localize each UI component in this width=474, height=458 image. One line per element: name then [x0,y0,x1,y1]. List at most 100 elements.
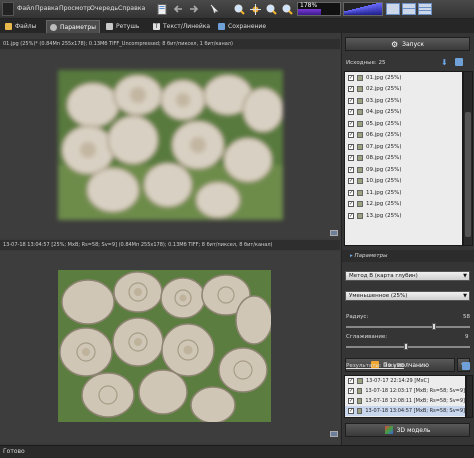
file-name: 03.jpg (25%) [366,97,402,104]
file-list-item[interactable]: ✓ 01.jpg (25%) [345,72,462,84]
file-list-item[interactable]: ✓ 13.jpg (25%) [345,210,462,222]
checkbox[interactable]: ✓ [348,132,354,139]
checkbox[interactable]: ✓ [348,212,354,219]
gear-icon: ⚙ [390,39,399,49]
method-select[interactable]: Метод B (карта глубин) ▼ [345,271,470,281]
file-list-item[interactable]: ✓ 11.jpg (25%) [345,187,462,199]
app-logo-icon [2,2,14,16]
file-list-item[interactable]: ✓ 09.jpg (25%) [345,164,462,176]
back-arrow-icon[interactable] [171,2,185,16]
reduce-select[interactable]: Уменьшенное (25%) ▼ [345,291,470,301]
file-list-scrollbar[interactable] [463,71,473,246]
split-horizontal-view-icon[interactable] [402,3,416,15]
radius-slider-handle[interactable] [432,323,437,330]
file-list-item[interactable]: ✓ 12.jpg (25%) [345,199,462,211]
tab-files[interactable]: Файлы [2,20,39,33]
single-view-icon[interactable] [386,3,400,15]
menu-view[interactable]: Просмотр [59,5,91,12]
zoom-in-icon[interactable] [232,2,246,16]
file-list-item[interactable]: ✓ 02.jpg (25%) [345,84,462,96]
file-list-item[interactable]: ✓ 03.jpg (25%) [345,95,462,107]
chevron-down-icon: ▼ [463,273,467,279]
tab-parameters[interactable]: Параметры [46,20,100,33]
tab-save[interactable]: Сохранение [215,20,269,33]
chevron-down-icon: ▼ [463,293,467,299]
results-list[interactable]: ✓ 13-07-17 22:14:29 [МхС] ✓ 13-07-18 12:03:… [344,375,466,418]
bottom-image-pane[interactable] [0,251,340,443]
trash-icon[interactable] [455,58,463,66]
file-list-item[interactable]: ✓ 07.jpg (25%) [345,141,462,153]
result-list-item[interactable]: ✓ 13-07-18 13:04:57 [МхВ; Rs=58; Sv=9] [345,406,465,416]
checkbox[interactable]: ✓ [348,97,354,104]
selection-tool-icon[interactable] [207,2,221,16]
tab-label: Сохранение [228,23,267,30]
smoothing-slider-handle[interactable] [403,343,408,350]
checkbox[interactable]: ✓ [348,120,354,127]
text-icon: T [153,23,160,30]
thumbnail-icon [357,86,363,93]
3d-model-button[interactable]: 3D модель [345,423,470,437]
checkbox[interactable]: ✓ [348,201,354,208]
smoothing-value: 9 [465,334,469,340]
source-file-list[interactable]: ✓ 01.jpg (25%) ✓ 02.jpg (25%) ✓ 03.jpg (25%) ✓… [344,71,463,246]
pane-navigator-icon[interactable] [330,230,338,236]
checkbox[interactable]: ✓ [348,398,354,404]
status-text: Готово [3,448,25,455]
zoom-out-icon[interactable] [280,2,294,16]
params-header[interactable]: ▸ Параметры [342,250,474,262]
source-image-art [58,70,283,220]
split-vertical-view-icon[interactable] [418,3,432,15]
checkbox[interactable]: ✓ [348,378,354,384]
checkbox[interactable]: ✓ [348,143,354,150]
file-list-item[interactable]: ✓ 10.jpg (25%) [345,176,462,188]
pan-icon[interactable] [248,2,262,16]
sources-label: Исходные: 25 [346,60,386,66]
level-bar [380,3,382,15]
results-scrollbar[interactable] [466,375,473,418]
zoom-fit-icon[interactable] [264,2,278,16]
checkbox[interactable]: ✓ [348,155,354,162]
pane-navigator-icon[interactable] [330,431,338,437]
trash-icon[interactable] [462,362,470,370]
menu-file[interactable]: Файл [17,5,34,12]
file-list-item[interactable]: ✓ 05.jpg (25%) [345,118,462,130]
thumbnail-icon [357,398,363,404]
run-button-label: Запуск [402,40,425,48]
tab-text-ruler[interactable]: T Текст/Линейка [150,20,213,33]
menu-help[interactable]: Справка [118,5,145,12]
result-list-item[interactable]: ✓ 13-07-18 12:08:11 [МхВ; Rs=58; Sv=9] [345,396,465,406]
run-button[interactable]: ⚙ Запуск [345,37,470,51]
thumbnail-icon [357,408,363,414]
checkbox[interactable]: ✓ [348,74,354,81]
forward-arrow-icon[interactable] [187,2,201,16]
retouch-icon [106,23,113,30]
save-icon[interactable] [155,2,169,16]
top-image-pane[interactable] [0,50,340,238]
result-list-item[interactable]: ✓ 13-07-18 12:03:17 [МхВ; Rs=58; Sv=9] [345,386,465,396]
file-list-item[interactable]: ✓ 04.jpg (25%) [345,107,462,119]
download-icon[interactable]: ⬇ [441,58,448,67]
checkbox[interactable]: ✓ [348,109,354,116]
tab-retouch[interactable]: Ретушь [103,20,142,33]
result-list-item[interactable]: ✓ 13-07-17 22:14:29 [МхС] [345,376,465,386]
checkbox[interactable]: ✓ [348,178,354,185]
bottom-pane-info: 13-07-18 13:04:57 [25%; МхВ; Rs=58; Sv=9… [0,240,340,250]
result-image-art [58,270,271,422]
menu-queue[interactable]: Очередь [90,5,118,12]
result-name: 13-07-18 12:08:11 [МхВ; Rs=58; Sv=9] [365,398,465,404]
smoothing-slider[interactable] [346,343,470,350]
checkbox[interactable]: ✓ [348,388,354,394]
file-list-item[interactable]: ✓ 06.jpg (25%) [345,130,462,142]
file-name: 08.jpg (25%) [366,155,402,162]
brightness-level-bar [343,2,383,16]
checkbox[interactable]: ✓ [348,166,354,173]
results-label[interactable]: Результаты: 9 из 20 [346,363,404,369]
file-list-item[interactable]: ✓ 08.jpg (25%) [345,153,462,165]
menu-edit[interactable]: Правка [35,5,59,12]
checkbox[interactable]: ✓ [348,189,354,196]
checkbox[interactable]: ✓ [348,408,354,414]
file-name: 10.jpg (25%) [366,178,402,185]
radius-slider[interactable] [346,323,470,330]
checkbox[interactable]: ✓ [348,86,354,93]
thumbnail-icon [357,388,363,394]
